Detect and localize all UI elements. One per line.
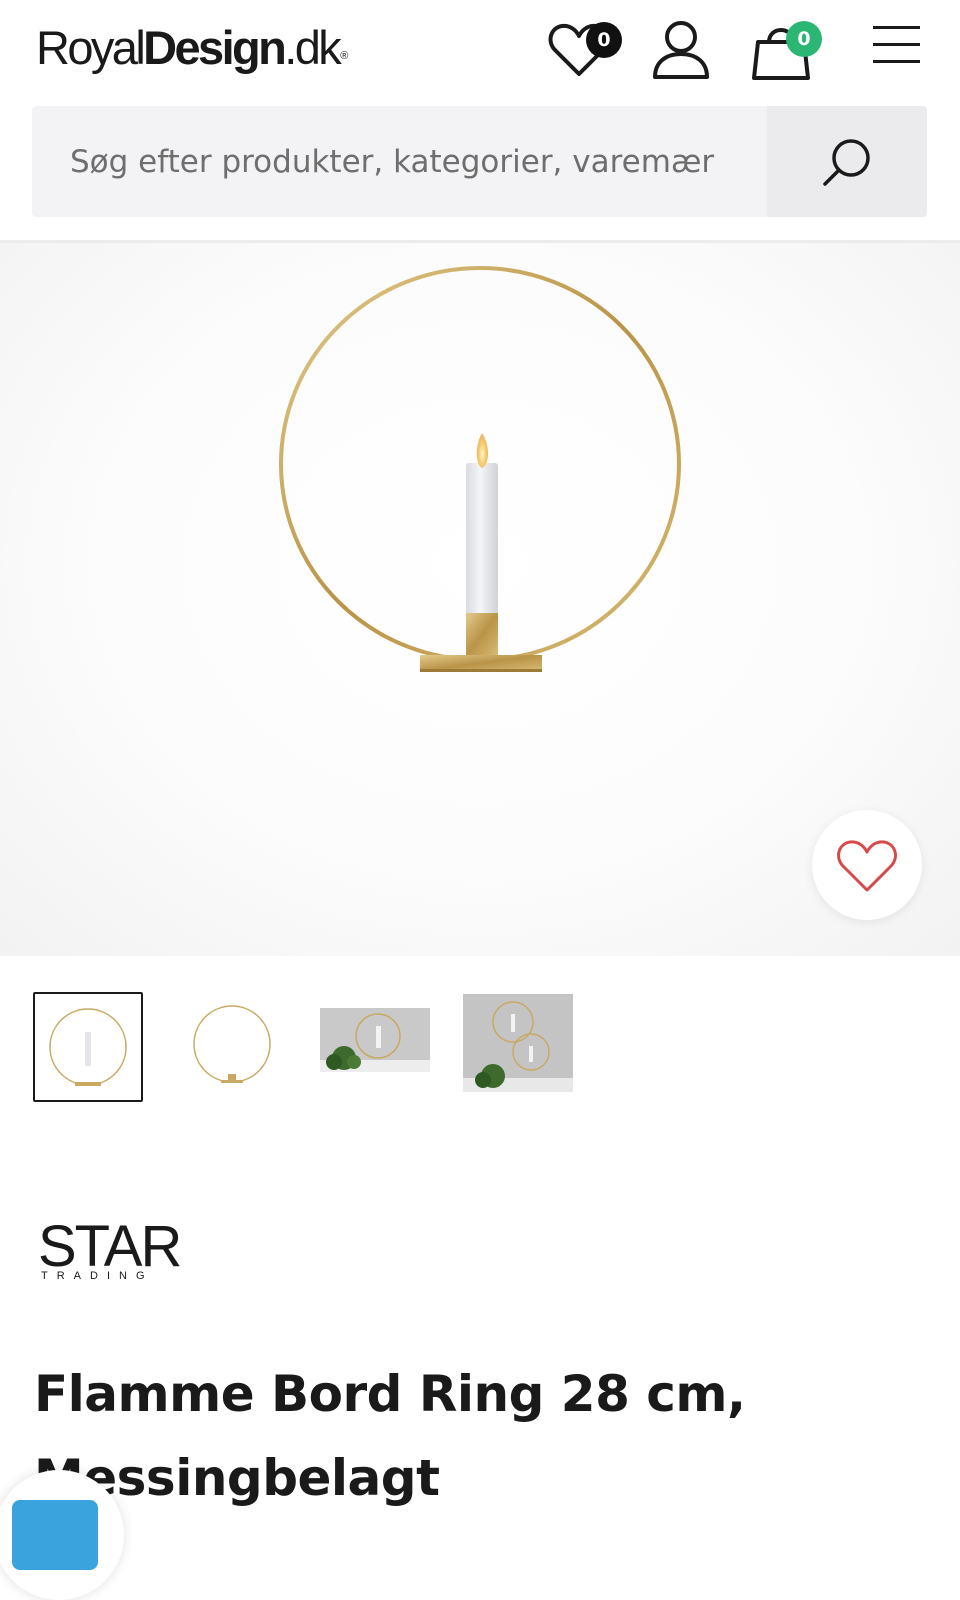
thumbnail-image bbox=[463, 994, 573, 1092]
user-icon bbox=[653, 21, 709, 79]
thumbnail-4[interactable] bbox=[463, 992, 573, 1102]
chat-widget-button[interactable] bbox=[0, 1470, 124, 1600]
cart-count-badge: 0 bbox=[786, 21, 822, 57]
chat-icon bbox=[12, 1500, 98, 1570]
search-bar bbox=[32, 106, 927, 217]
search-icon bbox=[823, 138, 870, 186]
account-button[interactable] bbox=[652, 18, 710, 80]
thumbnail-3[interactable] bbox=[320, 992, 430, 1102]
brand-logo-mark: STAR TRADING bbox=[38, 1214, 182, 1282]
menu-button[interactable] bbox=[872, 25, 922, 65]
wishlist-count-badge: 0 bbox=[586, 22, 622, 58]
logo-registered: ® bbox=[340, 50, 349, 62]
logo-light: Royal bbox=[36, 21, 146, 74]
search-input[interactable] bbox=[32, 106, 767, 217]
thumbnail-1[interactable] bbox=[33, 992, 143, 1102]
wishlist-button[interactable]: 0 bbox=[548, 20, 628, 80]
menu-icon bbox=[873, 26, 920, 63]
logo-tld: .dk bbox=[284, 21, 342, 74]
cart-button[interactable]: 0 bbox=[750, 18, 830, 82]
thumbnail-image bbox=[49, 1008, 127, 1086]
logo-bold: Design bbox=[143, 21, 287, 74]
add-to-wishlist-button[interactable] bbox=[812, 810, 922, 920]
site-logo[interactable]: RoyalDesign.dk® bbox=[36, 18, 348, 78]
search-button[interactable] bbox=[767, 106, 927, 217]
svg-text:TRADING: TRADING bbox=[41, 1270, 154, 1282]
site-header: RoyalDesign.dk® 0 0 bbox=[0, 0, 960, 100]
thumbnail-image bbox=[320, 1008, 430, 1072]
heart-icon bbox=[837, 840, 897, 892]
thumbnail-image bbox=[193, 1005, 271, 1083]
thumbnail-2[interactable] bbox=[177, 992, 287, 1102]
product-title: Flamme Bord Ring 28 cm, Messingbelagt bbox=[34, 1365, 746, 1507]
brand-logo[interactable]: STAR TRADING bbox=[38, 1212, 208, 1284]
